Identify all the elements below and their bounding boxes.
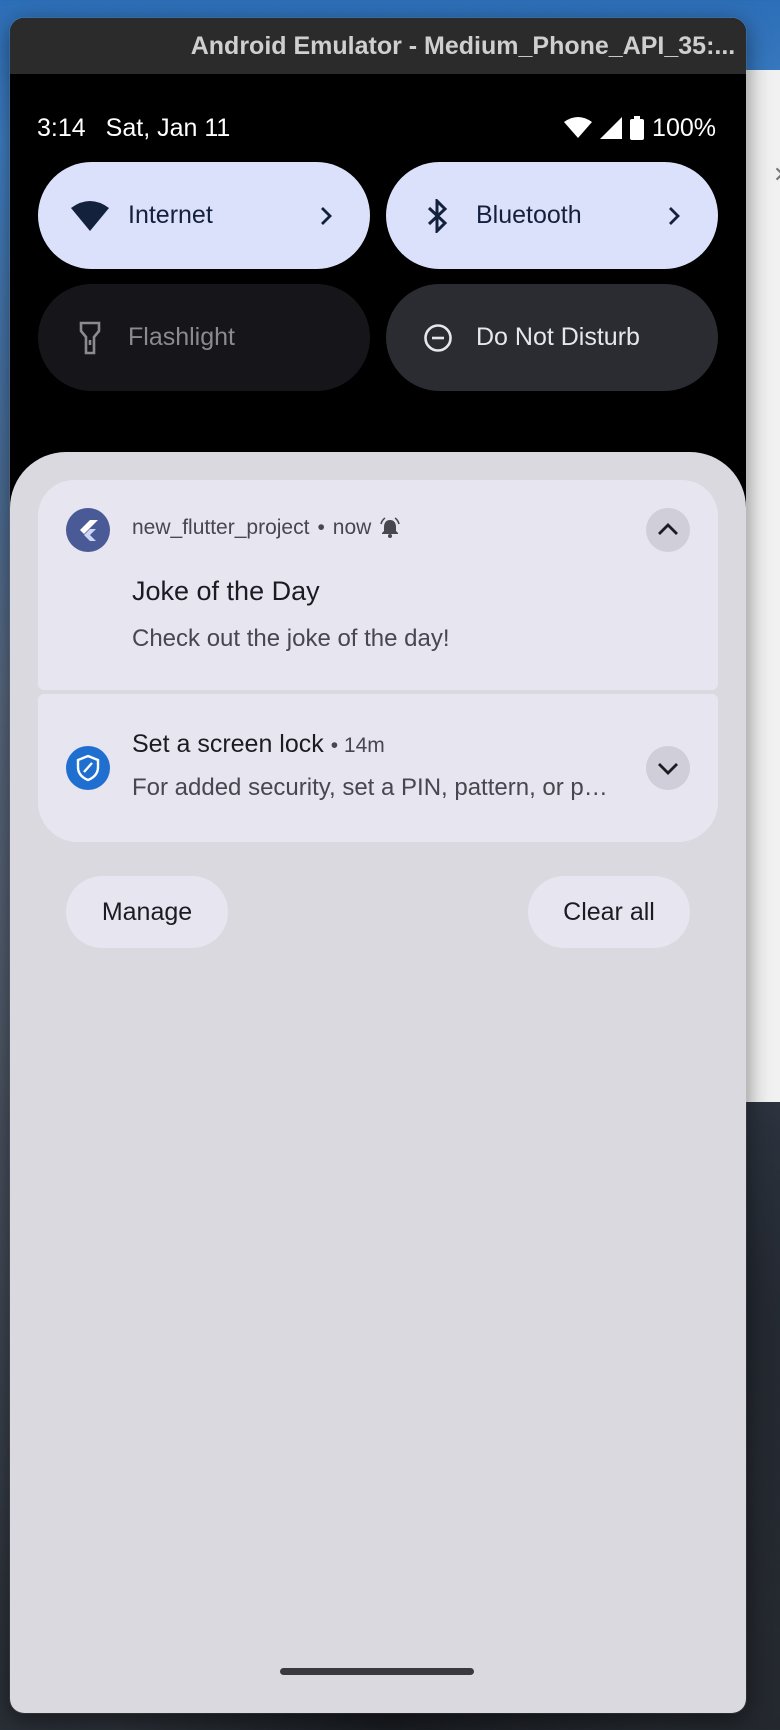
tile-label: Internet <box>128 201 213 229</box>
notification-body: For added security, set a PIN, pattern, … <box>132 774 612 801</box>
wifi-icon <box>70 196 110 236</box>
battery-percentage: 100% <box>652 113 716 142</box>
flutter-app-icon <box>66 508 110 552</box>
tile-do-not-disturb[interactable]: Do Not Disturb <box>386 284 718 391</box>
cellular-signal-icon <box>600 117 623 139</box>
date: Sat, Jan 11 <box>105 113 231 142</box>
window-title[interactable]: Android Emulator - Medium_Phone_API_35:.… <box>10 18 746 74</box>
notification-list: new_flutter_project • now Joke of the Da… <box>38 480 718 842</box>
notification-time: 14m <box>343 734 385 757</box>
manage-button[interactable]: Manage <box>66 876 228 948</box>
do-not-disturb-icon <box>418 318 458 358</box>
alert-bell-icon <box>380 517 401 538</box>
notification-body: Check out the joke of the day! <box>132 625 450 652</box>
status-icons: 100% <box>564 114 716 143</box>
tile-flashlight[interactable]: Flashlight <box>38 284 370 391</box>
tile-label: Flashlight <box>128 323 235 351</box>
wifi-icon <box>564 117 593 138</box>
notification-title: Joke of the Day <box>132 576 320 606</box>
device-screen: 3:14 Sat, Jan 11 100% Internet Bluetooth… <box>10 74 746 1713</box>
clock: 3:14 <box>37 113 86 142</box>
tile-label: Bluetooth <box>476 201 582 229</box>
flashlight-icon <box>70 318 110 358</box>
close-icon[interactable]: ✕ <box>773 162 780 188</box>
notification-time: now <box>332 516 372 539</box>
background-window: ✕ <box>740 70 780 1102</box>
expand-button[interactable] <box>646 746 690 790</box>
battery-icon <box>630 116 645 140</box>
tile-internet[interactable]: Internet <box>38 162 370 269</box>
clear-all-button[interactable]: Clear all <box>528 876 690 948</box>
notification-screen-lock[interactable]: Set a screen lock • 14m For added securi… <box>38 694 718 842</box>
notification-shade: new_flutter_project • now Joke of the Da… <box>10 452 746 1713</box>
tile-label: Do Not Disturb <box>476 323 640 351</box>
emulator-window: Android Emulator - Medium_Phone_API_35:.… <box>10 18 746 1713</box>
notification-title: Set a screen lock • 14m <box>132 730 385 758</box>
notification-header: new_flutter_project • now <box>132 516 401 540</box>
status-bar: 3:14 Sat, Jan 11 100% <box>37 108 716 148</box>
security-shield-icon <box>66 746 110 790</box>
notification-joke[interactable]: new_flutter_project • now Joke of the Da… <box>38 480 718 690</box>
tile-bluetooth[interactable]: Bluetooth <box>386 162 718 269</box>
chevron-right-icon <box>321 206 332 225</box>
gesture-nav-handle[interactable] <box>280 1668 474 1675</box>
chevron-up-icon <box>658 523 678 535</box>
app-name: new_flutter_project <box>132 516 310 539</box>
bluetooth-icon <box>418 196 458 236</box>
chevron-right-icon <box>669 206 680 225</box>
collapse-button[interactable] <box>646 508 690 552</box>
chevron-down-icon <box>658 763 678 775</box>
notification-actions: Manage Clear all <box>66 876 690 948</box>
